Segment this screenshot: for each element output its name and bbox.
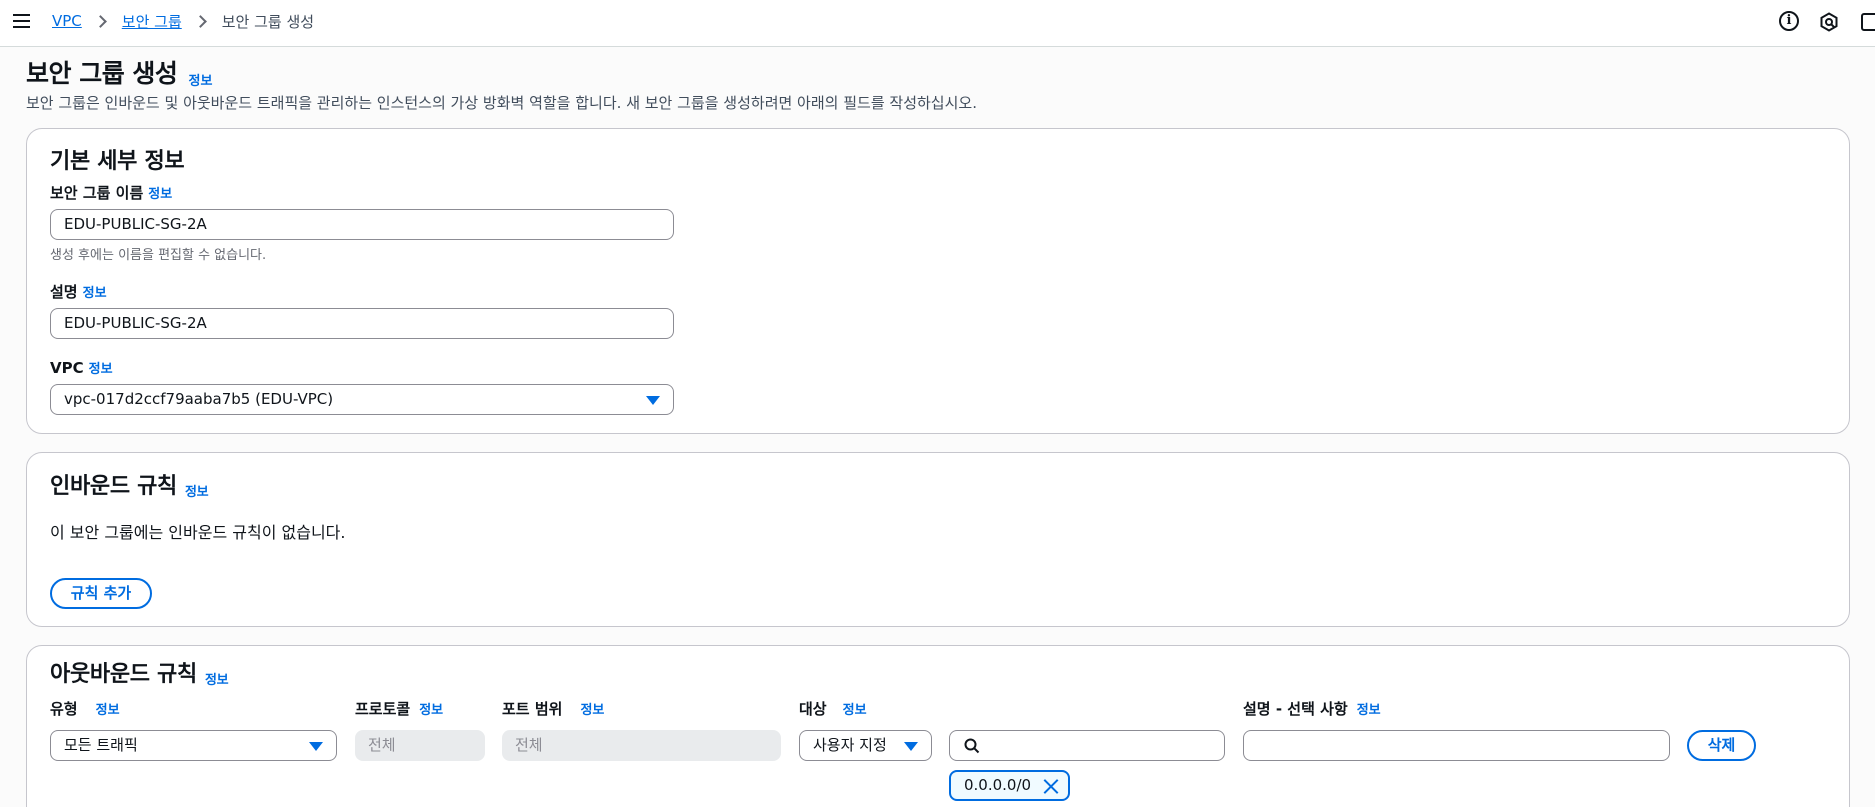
add-rule-button[interactable]: 규칙 추가 <box>50 578 152 609</box>
col-description-label: 설명 - 선택 사항 정보 <box>1243 698 1381 719</box>
sg-description-label: 설명 정보 <box>50 281 107 302</box>
inbound-info-link[interactable]: 정보 <box>185 481 209 500</box>
breadcrumb-vpc-link[interactable]: VPC <box>52 12 82 30</box>
cidr-token: 0.0.0.0/0 <box>949 770 1070 801</box>
vpc-select[interactable]: vpc-017d2ccf79aaba7b5 (EDU-VPC) <box>50 384 674 415</box>
col-description-info-link[interactable]: 정보 <box>1357 699 1381 718</box>
protocol-field: 전체 <box>355 730 485 761</box>
col-type-label: 유형 정보 <box>50 698 120 719</box>
sg-name-label: 보안 그룹 이름 정보 <box>50 182 172 203</box>
col-protocol-label: 프로토콜 정보 <box>355 698 443 719</box>
col-destination-info-link[interactable]: 정보 <box>843 699 867 718</box>
outbound-rules-panel: 아웃바운드 규칙 정보 유형 정보 프로토콜 정보 포트 범위 정보 대상 정보 설명 -… <box>26 645 1850 807</box>
inbound-empty-message: 이 보안 그룹에는 인바운드 규칙이 없습니다. <box>50 523 346 542</box>
col-port-label: 포트 범위 정보 <box>502 698 604 719</box>
col-type-text: 유형 <box>50 700 78 718</box>
col-description-text: 설명 - 선택 사항 <box>1243 700 1348 718</box>
page-header: 보안 그룹 생성 정보 <box>26 54 212 90</box>
destination-type-value: 사용자 지정 <box>813 736 887 754</box>
sg-name-hint: 생성 후에는 이름을 편집할 수 없습니다. <box>50 248 267 263</box>
hamburger-menu-icon[interactable] <box>12 11 32 31</box>
caret-down-icon <box>646 396 660 405</box>
sg-name-input[interactable]: EDU-PUBLIC-SG-2A <box>50 209 674 240</box>
feedback-icon[interactable] <box>1861 13 1875 31</box>
col-protocol-info-link[interactable]: 정보 <box>419 699 443 718</box>
inbound-rules-title: 인바운드 규칙 정보 <box>50 468 209 500</box>
inbound-rules-panel: 인바운드 규칙 정보 이 보안 그룹에는 인바운드 규칙이 없습니다. 규칙 추가 <box>26 452 1850 627</box>
inbound-rules-heading: 인바운드 규칙 <box>50 474 177 499</box>
breadcrumb-current: 보안 그룹 생성 <box>221 12 315 31</box>
basic-details-heading: 기본 세부 정보 <box>50 149 185 174</box>
col-destination-text: 대상 <box>799 700 827 718</box>
sg-description-label-text: 설명 <box>50 283 78 301</box>
vpc-select-value: vpc-017d2ccf79aaba7b5 (EDU-VPC) <box>64 390 334 408</box>
destination-search-input[interactable] <box>949 730 1225 761</box>
port-range-field: 전체 <box>502 730 781 761</box>
sg-name-label-text: 보안 그룹 이름 <box>50 184 144 202</box>
outbound-rules-title: 아웃바운드 규칙 정보 <box>50 656 229 688</box>
cidr-token-value: 0.0.0.0/0 <box>964 776 1032 794</box>
sg-description-input[interactable]: EDU-PUBLIC-SG-2A <box>50 308 674 339</box>
delete-rule-button[interactable]: 삭제 <box>1687 730 1756 761</box>
basic-details-panel: 기본 세부 정보 보안 그룹 이름 정보 EDU-PUBLIC-SG-2A 생성 … <box>26 128 1850 434</box>
breadcrumb: VPC 보안 그룹 보안 그룹 생성 <box>52 11 314 31</box>
page-info-link[interactable]: 정보 <box>189 70 213 89</box>
col-type-info-link[interactable]: 정보 <box>96 699 120 718</box>
breadcrumb-security-groups-link[interactable]: 보안 그룹 <box>122 11 182 32</box>
info-circle-icon[interactable]: i <box>1779 11 1799 31</box>
outbound-rules-heading: 아웃바운드 규칙 <box>50 662 197 687</box>
hexagon-icon[interactable] <box>1819 12 1839 32</box>
sg-description-info-link[interactable]: 정보 <box>83 282 107 301</box>
type-select-value: 모든 트래픽 <box>64 736 138 754</box>
close-icon[interactable] <box>1043 778 1059 794</box>
type-select[interactable]: 모든 트래픽 <box>50 730 337 761</box>
vpc-label-text: VPC <box>50 359 84 377</box>
col-port-text: 포트 범위 <box>502 700 563 718</box>
page-description: 보안 그룹은 인바운드 및 아웃바운드 트래픽을 관리하는 인스턴스의 가상 방… <box>26 94 977 112</box>
col-protocol-text: 프로토콜 <box>355 700 411 718</box>
sg-name-info-link[interactable]: 정보 <box>148 183 172 202</box>
outbound-info-link[interactable]: 정보 <box>205 669 229 688</box>
destination-type-select[interactable]: 사용자 지정 <box>799 730 932 761</box>
rule-description-input[interactable] <box>1243 730 1670 761</box>
chevron-right-icon <box>193 14 207 28</box>
col-destination-label: 대상 정보 <box>799 698 867 719</box>
caret-down-icon <box>309 742 323 751</box>
vpc-info-link[interactable]: 정보 <box>89 358 113 377</box>
col-port-info-link[interactable]: 정보 <box>580 699 604 718</box>
top-navigation-bar: VPC 보안 그룹 보안 그룹 생성 i <box>0 0 1875 47</box>
search-icon <box>964 738 980 754</box>
vpc-label: VPC 정보 <box>50 358 113 377</box>
chevron-right-icon <box>93 14 107 28</box>
caret-down-icon <box>904 742 918 751</box>
page-title: 보안 그룹 생성 <box>26 59 178 88</box>
basic-details-title: 기본 세부 정보 <box>50 143 185 175</box>
